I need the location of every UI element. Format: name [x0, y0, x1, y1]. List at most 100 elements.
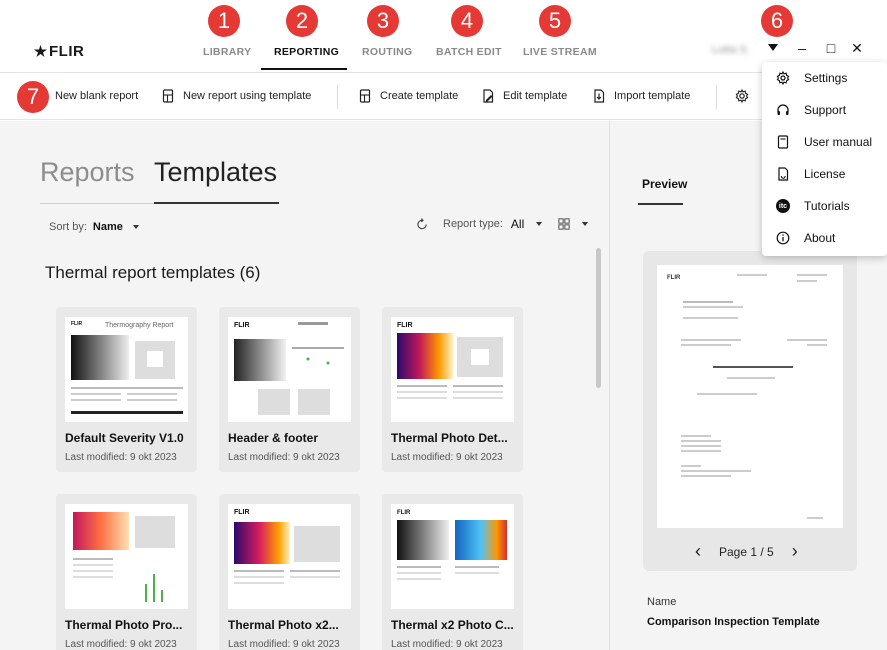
menu-item-user-manual[interactable]: User manual	[762, 126, 887, 158]
callout-6: 6	[761, 5, 793, 37]
template-modified: Last modified: 9 okt 2023	[391, 452, 503, 463]
page-indicator: Page 1 / 5	[719, 544, 774, 559]
new-blank-report-label: New blank report	[55, 90, 139, 102]
import-template-icon	[594, 89, 605, 103]
template-title: Thermal Photo Det...	[391, 431, 508, 445]
menu-item-label: Support	[804, 103, 847, 117]
callout-5: 5	[539, 5, 571, 37]
menu-item-label: Settings	[804, 71, 848, 85]
report-type-label: Report type:	[443, 218, 503, 230]
chevron-down-icon	[582, 222, 589, 226]
tab-routing[interactable]: ROUTING	[362, 46, 413, 58]
template-modified: Last modified: 9 okt 2023	[65, 452, 177, 463]
settings-toolbar-button[interactable]	[735, 73, 749, 119]
edit-template-button[interactable]: Edit template	[481, 73, 567, 119]
refresh-icon[interactable]	[416, 217, 429, 231]
menu-item-settings[interactable]: Settings	[762, 62, 887, 94]
callout-2: 2	[286, 5, 318, 37]
tab-batch-edit[interactable]: BATCH EDIT	[436, 46, 502, 58]
template-thumbnail: FLIR	[228, 317, 351, 422]
scrollbar-thumb[interactable]	[596, 248, 601, 388]
pager: ‹ Page 1 / 5 ›	[695, 541, 798, 562]
tab-reporting[interactable]: REPORTING	[274, 46, 339, 58]
menu-item-label: User manual	[804, 135, 873, 149]
segment-templates[interactable]: Templates	[154, 157, 277, 188]
template-card[interactable]: Thermal Photo Pro... Last modified: 9 ok…	[56, 494, 197, 650]
import-template-button[interactable]: Import template	[592, 73, 690, 119]
create-template-icon	[359, 89, 371, 103]
user-name[interactable]: Lotta S.	[712, 44, 750, 56]
template-card[interactable]: FLIR Thermal Photo x2... Last modified: …	[219, 494, 360, 650]
thumbnail-heading: Thermography Report	[105, 322, 174, 329]
template-card[interactable]: FLIR Thermal Photo Det... Last modified:…	[382, 307, 523, 472]
user-dropdown-menu: Settings Support User manual License itc…	[762, 62, 887, 256]
sort-label: Sort by:	[49, 221, 87, 233]
itc-icon: itc	[776, 199, 790, 213]
grid-view-icon[interactable]	[558, 218, 570, 230]
tab-preview[interactable]: Preview	[642, 177, 687, 191]
template-card[interactable]: FLIR Thermal x2 Photo C... Last modified…	[382, 494, 523, 650]
create-template-button[interactable]: Create template	[358, 73, 458, 119]
svg-text:FLIR: FLIR	[234, 509, 250, 516]
template-title: Thermal Photo x2...	[228, 618, 339, 632]
template-card[interactable]: FLIR Thermography Report Default Severit…	[56, 307, 197, 472]
info-icon	[776, 231, 790, 245]
menu-item-label: About	[804, 231, 836, 245]
gear-icon	[735, 89, 749, 103]
menu-item-label: Tutorials	[804, 199, 850, 213]
template-thumbnail: FLIR	[228, 504, 351, 609]
gear-icon	[776, 71, 790, 85]
menu-item-license[interactable]: License	[762, 158, 887, 190]
callout-4: 4	[451, 5, 483, 37]
callout-1: 1	[208, 5, 240, 37]
segment-reports[interactable]: Reports	[40, 157, 135, 188]
preview-tab-indicator	[638, 203, 683, 205]
template-title: Thermal x2 Photo C...	[391, 618, 514, 632]
template-card[interactable]: FLIR Header & footer Last modified: 9 ok…	[219, 307, 360, 472]
template-modified: Last modified: 9 okt 2023	[228, 639, 340, 650]
edit-template-label: Edit template	[503, 90, 568, 102]
sort-control[interactable]: Sort by: Name	[49, 221, 139, 233]
preview-page-image: FLIR	[667, 274, 827, 519]
menu-item-support[interactable]: Support	[762, 94, 887, 126]
tab-library[interactable]: LIBRARY	[203, 46, 251, 58]
new-report-using-template-button[interactable]: New report using template	[161, 73, 311, 119]
template-title: Header & footer	[228, 431, 319, 445]
user-menu-caret-icon[interactable]	[768, 44, 778, 51]
top-bar: FLIR LIBRARY REPORTING ROUTING BATCH EDI…	[0, 0, 887, 72]
report-thumbnail-image: FLIR Thermography Report	[71, 321, 183, 414]
toolbar: 7 New blank report New report using temp…	[0, 72, 887, 120]
new-report-using-template-label: New report using template	[183, 90, 312, 102]
template-thumbnail: FLIR Thermography Report	[65, 317, 188, 422]
create-template-label: Create template	[380, 90, 459, 102]
import-template-label: Import template	[614, 90, 691, 102]
report-type-filter[interactable]: Report type: All	[416, 217, 589, 231]
template-title: Thermal Photo Pro...	[65, 618, 183, 632]
svg-text:FLIR: FLIR	[71, 321, 82, 327]
svg-text:FLIR: FLIR	[397, 510, 411, 516]
new-blank-report-button[interactable]: New blank report	[55, 73, 138, 119]
report-thumbnail-image: FLIR	[234, 509, 340, 584]
chevron-left-icon[interactable]: ‹	[695, 541, 701, 562]
tab-live-stream[interactable]: LIVE STREAM	[523, 46, 597, 58]
preview-panel: FLIR ‹ Page 1 / 5 ›	[643, 251, 857, 571]
report-thumbnail-image: FLIR	[397, 510, 507, 580]
chevron-right-icon[interactable]: ›	[792, 541, 798, 562]
template-title: Default Severity V1.0	[65, 431, 184, 445]
menu-item-tutorials[interactable]: itc Tutorials	[762, 190, 887, 222]
svg-text:FLIR: FLIR	[234, 322, 250, 329]
template-modified: Last modified: 9 okt 2023	[391, 639, 503, 650]
minimize-button[interactable]: –	[794, 40, 810, 56]
toolbar-divider	[337, 85, 338, 109]
template-modified: Last modified: 9 okt 2023	[228, 452, 340, 463]
template-modified: Last modified: 9 okt 2023	[65, 639, 177, 650]
maximize-button[interactable]: □	[823, 40, 839, 56]
headset-icon	[777, 104, 789, 115]
template-thumbnail	[65, 504, 188, 609]
close-button[interactable]: ✕	[849, 40, 865, 57]
callout-3: 3	[367, 5, 399, 37]
edit-template-icon	[483, 89, 494, 103]
license-icon	[778, 167, 789, 181]
report-thumbnail-image: FLIR	[234, 322, 344, 415]
menu-item-about[interactable]: About	[762, 222, 887, 254]
